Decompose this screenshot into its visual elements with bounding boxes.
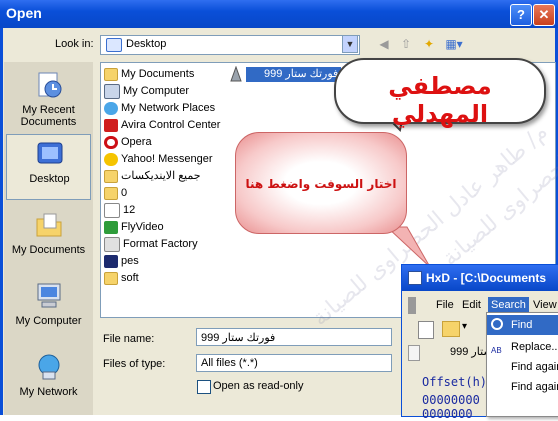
- recent-documents-icon: [38, 72, 62, 98]
- place-desktop[interactable]: Desktop: [6, 134, 91, 200]
- callout-instruction: اختار السوفت واضغط هنا: [235, 132, 407, 234]
- list-item[interactable]: soft: [104, 270, 139, 287]
- window-title: Open: [6, 5, 42, 21]
- list-item[interactable]: My Computer: [104, 83, 189, 100]
- close-button[interactable]: ✕: [533, 4, 555, 26]
- search-menu: Find AB Replace... Find again Find again: [486, 312, 558, 417]
- places-bar: My Recent Documents Desktop My Documents…: [4, 62, 93, 415]
- replace-icon: AB: [491, 346, 502, 355]
- list-item[interactable]: 0: [104, 185, 127, 202]
- list-item[interactable]: Format Factory: [104, 236, 198, 253]
- desktop-icon: [37, 142, 63, 164]
- magnifier-icon: [491, 318, 503, 330]
- up-folder-icon[interactable]: ⇧: [397, 36, 415, 52]
- chevron-down-icon[interactable]: ▾: [462, 321, 467, 332]
- hxd-title-bar: HxD - [C:\Documents: [402, 265, 558, 291]
- hxd-app-icon: [408, 271, 422, 285]
- new-folder-icon[interactable]: ✦: [420, 36, 438, 52]
- offset-header: Offset(h): [422, 375, 488, 389]
- list-item[interactable]: جميع الاينديكسات: [104, 168, 201, 185]
- list-item[interactable]: Opera: [104, 134, 152, 151]
- title-bar: Open ? ✕: [0, 0, 558, 28]
- files-of-type-label: Files of type:: [103, 358, 166, 370]
- menu-item-find[interactable]: Find: [487, 315, 558, 335]
- menu-item-find-again[interactable]: Find again: [487, 357, 558, 377]
- view-menu-icon[interactable]: ▦▾: [445, 36, 463, 52]
- list-item[interactable]: Yahoo! Messenger: [104, 151, 213, 168]
- my-documents-icon: [36, 213, 62, 237]
- network-icon: [104, 101, 118, 115]
- folder-icon: [104, 271, 118, 285]
- list-item[interactable]: My Documents: [104, 66, 194, 83]
- my-computer-icon: [37, 283, 61, 308]
- place-recent-documents[interactable]: My Recent Documents: [6, 66, 91, 132]
- offset-row: 00000000: [422, 393, 480, 407]
- help-button[interactable]: ?: [510, 4, 532, 26]
- list-item[interactable]: pes: [104, 253, 139, 270]
- hxd-doc-icon: [408, 345, 420, 361]
- menu-edit[interactable]: Edit: [462, 297, 481, 314]
- look-in-value: Desktop: [126, 38, 167, 50]
- yahoo-icon: [104, 152, 118, 166]
- flyvideo-icon: [104, 220, 118, 234]
- place-label: Desktop: [29, 173, 70, 185]
- selected-file-icon: [230, 66, 242, 82]
- list-item[interactable]: FlyVideo: [104, 219, 164, 236]
- place-label: My Documents: [11, 244, 86, 256]
- desktop-icon: [106, 38, 122, 52]
- place-label: My Network: [19, 386, 78, 398]
- hxd-title: HxD - [C:\Documents: [426, 271, 547, 285]
- folder-icon: [104, 169, 118, 183]
- read-only-label: Open as read-only: [213, 380, 304, 392]
- menu-item-replace[interactable]: AB Replace...: [487, 337, 558, 357]
- avira-icon: [104, 118, 118, 132]
- file-name-field[interactable]: فورتك ستار 999: [196, 328, 392, 346]
- hxd-menu-grip: [408, 297, 416, 314]
- place-my-documents[interactable]: My Documents: [6, 206, 91, 272]
- open-file-icon[interactable]: [442, 321, 460, 337]
- callout-name-text: مصطفي المهدلي: [388, 72, 492, 128]
- list-item[interactable]: 12: [104, 202, 135, 219]
- my-network-icon: [38, 354, 60, 380]
- file-name-label: File name:: [103, 333, 155, 345]
- new-file-icon[interactable]: [418, 321, 434, 339]
- opera-icon: [104, 135, 118, 149]
- look-in-label: Look in:: [55, 38, 94, 50]
- place-label: My Computer: [15, 315, 82, 327]
- callout-instruction-text: اختار السوفت واضغط هنا: [245, 177, 397, 191]
- folder-icon: [104, 67, 118, 81]
- file-icon: [104, 202, 120, 218]
- chevron-down-icon[interactable]: ▼: [342, 35, 358, 53]
- pes-icon: [104, 254, 118, 268]
- list-item[interactable]: Avira Control Center: [104, 117, 220, 134]
- offset-row: 0000000: [422, 407, 473, 421]
- menu-file[interactable]: File: [436, 297, 454, 314]
- files-of-type-select[interactable]: All files (*.*): [196, 354, 392, 372]
- read-only-checkbox[interactable]: [197, 380, 211, 394]
- place-my-computer[interactable]: My Computer: [6, 277, 91, 343]
- back-icon[interactable]: ◀: [375, 36, 393, 52]
- menu-item-find-again-backward[interactable]: Find again: [487, 377, 558, 397]
- format-factory-icon: [104, 236, 120, 252]
- callout-name: مصطفي المهدلي: [334, 58, 546, 128]
- list-item[interactable]: My Network Places: [104, 100, 215, 117]
- place-label: My Recent Documents: [20, 104, 77, 128]
- computer-icon: [104, 83, 120, 99]
- look-in-dropdown[interactable]: Desktop: [100, 35, 360, 55]
- folder-icon: [104, 186, 118, 200]
- place-my-network[interactable]: My Network: [6, 348, 91, 414]
- selected-file[interactable]: فورتك ستار 999: [246, 67, 342, 82]
